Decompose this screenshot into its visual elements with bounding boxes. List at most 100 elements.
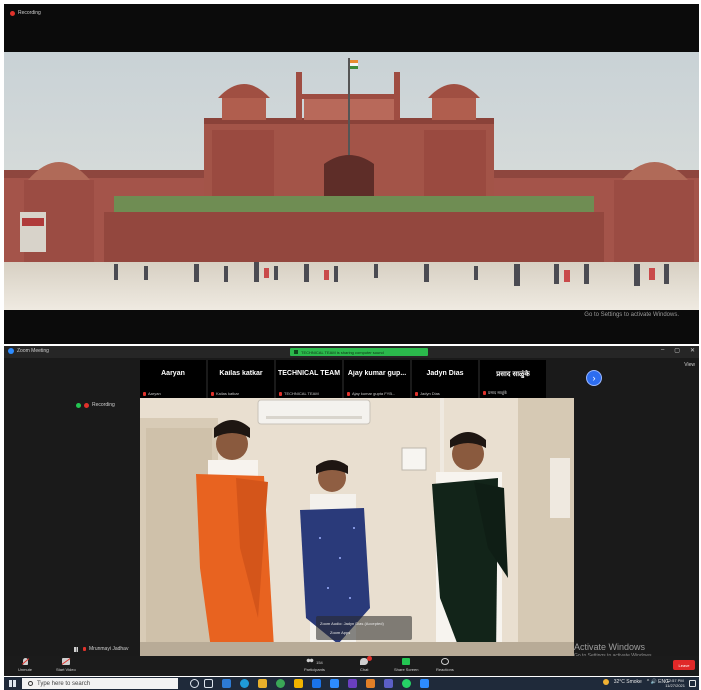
participant-label: Kailas katkar xyxy=(211,391,239,396)
close-button[interactable]: ✕ xyxy=(690,347,695,354)
next-page-button[interactable]: › xyxy=(586,370,602,386)
participants-button[interactable]: 154 Participants xyxy=(304,658,325,672)
clock-date: 11/27/2021 xyxy=(665,683,685,688)
notification-center-icon[interactable] xyxy=(689,680,696,687)
start-video-label: Start Video xyxy=(56,667,76,672)
participant-label: Jadyn Dias xyxy=(415,391,440,396)
zoom-titlebar: Zoom Meeting TECHNICAL TEAM is sharing c… xyxy=(4,346,699,358)
participant-tile[interactable]: Ajay kumar gup... Ajay kumar gupta FYB..… xyxy=(344,360,410,398)
participant-name: TECHNICAL TEAM xyxy=(277,370,341,377)
record-dot-icon xyxy=(84,402,89,408)
muted-mic-icon xyxy=(279,391,282,396)
muted-mic-icon xyxy=(483,391,486,395)
folder-icon[interactable] xyxy=(258,679,267,688)
sharing-banner-text: TECHNICAL TEAM is sharing computer sound xyxy=(301,349,384,355)
recorded-video-panel: Recording Go to Settings to activate Win… xyxy=(4,4,699,344)
participant-name: Kailas katkar xyxy=(219,370,263,377)
participant-small-name: Kailas katkar xyxy=(216,391,239,396)
share-screen-button[interactable]: Share Screen xyxy=(394,658,418,672)
overlay-line-2: Zoom Apps xyxy=(330,630,351,635)
participant-tile[interactable]: TECHNICAL TEAM TECHNICAL TEAM xyxy=(276,360,342,398)
participant-count: 154 xyxy=(316,660,323,665)
video-off-icon xyxy=(61,658,70,665)
windows-activation-watermark: Go to Settings to activate Windows. xyxy=(584,312,679,318)
zoom-recording-indicator: Recording xyxy=(76,402,115,408)
participant-label: प्रसाद साळुंके xyxy=(483,390,507,396)
view-button[interactable]: View xyxy=(684,362,695,368)
screenshot: Recording Go to Settings to activate Win… xyxy=(0,0,701,690)
zoom-title-text: Zoom Meeting xyxy=(17,348,49,354)
leave-button[interactable]: Leave xyxy=(673,660,695,670)
maximize-button[interactable]: ▢ xyxy=(674,347,680,354)
participant-tile[interactable]: प्रसाद साळुंके प्रसाद साळुंके xyxy=(480,360,546,398)
microphone-muted-icon xyxy=(22,658,28,665)
overlay-line-1: Zoom Audio: Jadyn Dias (Accepted) xyxy=(320,621,384,626)
zoom-app-icon[interactable] xyxy=(330,679,339,688)
participant-small-name: Jadyn Dias xyxy=(420,391,440,396)
recording-label: Recording xyxy=(18,10,41,16)
connection-signal-icon xyxy=(74,646,80,652)
participant-tile[interactable]: Jadyn Dias Jadyn Dias xyxy=(412,360,478,398)
share-screen-icon xyxy=(294,350,298,354)
reactions-label: Reactions xyxy=(436,667,454,672)
chat-label: Chat xyxy=(360,667,369,672)
participant-label: TECHNICAL TEAM xyxy=(279,391,319,396)
onenote-icon[interactable] xyxy=(348,679,357,688)
chat-icon xyxy=(360,656,373,665)
activate-title: Activate Windows xyxy=(574,642,646,652)
zoom-window-title: Zoom Meeting xyxy=(8,348,49,354)
chat-button[interactable]: Chat xyxy=(360,656,373,672)
muted-mic-icon xyxy=(347,391,350,396)
encryption-shield-icon xyxy=(76,402,81,408)
word-icon[interactable] xyxy=(312,679,321,688)
taskbar-clock[interactable]: 12:57 PM 11/27/2021 xyxy=(665,678,685,688)
self-view-label: Mrunmayi Jadhav xyxy=(74,646,128,652)
active-speaker-video: Zoom Audio: Jadyn Dias (Accepted) Zoom A… xyxy=(140,398,574,656)
recording-label: Recording xyxy=(92,402,115,408)
search-icon xyxy=(28,681,33,686)
zoom-meeting-taskbar-icon[interactable] xyxy=(420,679,429,688)
cortana-icon[interactable] xyxy=(190,679,199,688)
participants-icon-group: 154 xyxy=(306,658,323,667)
muted-mic-icon xyxy=(211,391,214,396)
edge-browser-icon[interactable] xyxy=(240,679,249,688)
muted-mic-icon xyxy=(83,647,86,651)
windows-start-icon[interactable] xyxy=(9,680,16,687)
weather-text[interactable]: 32°C Smoke xyxy=(614,679,642,685)
muted-mic-icon xyxy=(415,391,418,396)
participant-small-name: प्रसाद साळुंके xyxy=(488,390,508,395)
participant-name: प्रसाद साळुंके xyxy=(496,371,530,378)
store-icon[interactable] xyxy=(294,679,303,688)
search-placeholder: Type here to search xyxy=(37,680,91,687)
taskbar-search-input[interactable]: Type here to search xyxy=(22,678,178,689)
chrome-icon[interactable] xyxy=(276,679,285,688)
reactions-button[interactable]: Reactions xyxy=(436,658,454,672)
unmute-label: Unmute xyxy=(18,667,33,672)
participant-tile[interactable]: Kailas katkar Kailas katkar xyxy=(208,360,274,398)
start-video-button[interactable]: Start Video xyxy=(56,658,76,672)
zoom-audio-overlay: Zoom Audio: Jadyn Dias (Accepted) Zoom A… xyxy=(316,616,412,640)
zoom-logo-icon xyxy=(8,348,14,354)
participant-name: Ajay kumar gup... xyxy=(347,370,407,377)
participants-icon xyxy=(306,658,315,665)
participant-tile[interactable]: Aaryan Aaryan xyxy=(140,360,206,398)
participant-small-name: Ajay kumar gupta FYB... xyxy=(352,391,396,396)
sharing-banner[interactable]: TECHNICAL TEAM is sharing computer sound xyxy=(290,348,428,356)
downloads-icon[interactable] xyxy=(366,679,375,688)
share-screen-label: Share Screen xyxy=(394,667,419,672)
smiley-icon xyxy=(440,658,449,665)
red-fort-video-frame xyxy=(4,52,699,310)
unmute-button[interactable]: Unmute xyxy=(18,658,32,672)
participants-label: Participants xyxy=(304,667,325,672)
minimize-button[interactable]: – xyxy=(661,347,664,354)
whatsapp-icon[interactable] xyxy=(402,679,411,688)
file-explorer-icon[interactable] xyxy=(222,679,231,688)
teams-icon[interactable] xyxy=(384,679,393,688)
window-controls: – ▢ ✕ xyxy=(661,347,695,354)
participant-small-name: TECHNICAL TEAM xyxy=(284,391,319,396)
task-view-icon[interactable] xyxy=(204,679,213,688)
red-fort-illustration xyxy=(4,52,699,310)
participant-strip: Aaryan Aaryan Kailas katkar Kailas katka… xyxy=(140,360,620,398)
weather-icon xyxy=(602,679,609,685)
zoom-meeting-window: Zoom Meeting TECHNICAL TEAM is sharing c… xyxy=(4,346,699,676)
